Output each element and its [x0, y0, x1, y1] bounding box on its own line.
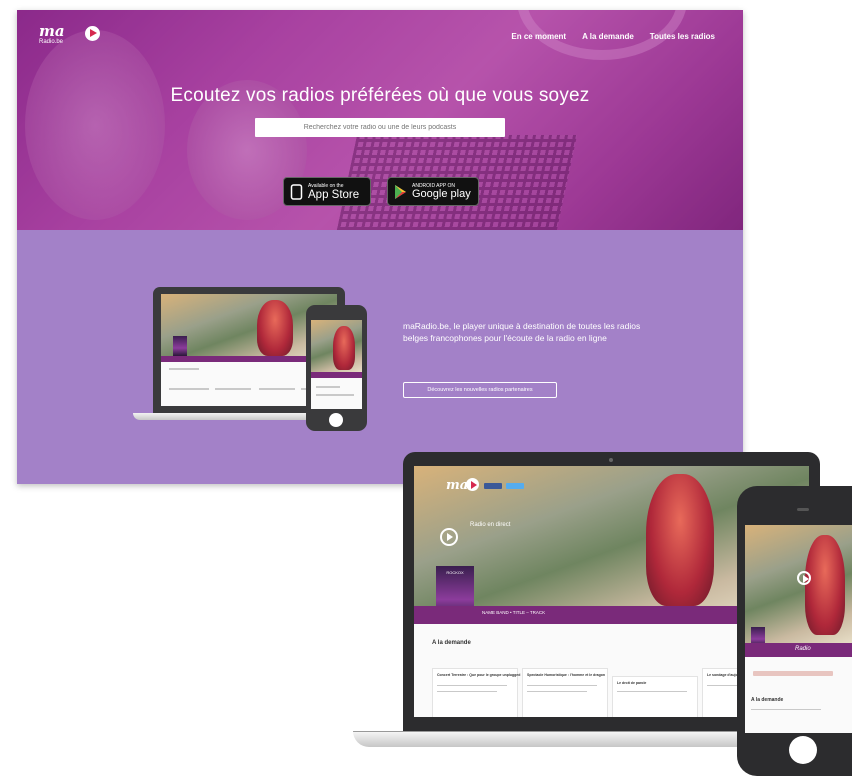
section-heading: A la demande [432, 640, 471, 646]
site-logo[interactable]: ma Radio.be [39, 24, 101, 50]
speaker-icon [797, 508, 809, 511]
play-icon [85, 26, 100, 41]
nav-link-en-ce-moment[interactable]: En ce moment [511, 32, 566, 41]
app-store-label: App Store [308, 189, 360, 201]
search-input[interactable] [255, 118, 505, 137]
text-line [316, 394, 354, 396]
camera-icon [609, 458, 613, 462]
text-line [527, 691, 587, 692]
now-playing-label: Radio en direct [470, 522, 511, 528]
text-line [169, 388, 209, 390]
album-title: ROCKOX [446, 570, 464, 575]
content-panel [311, 378, 362, 409]
podcast-card[interactable]: Concert Terrestre : Que pour le groupe u… [432, 668, 521, 717]
facebook-icon[interactable] [484, 483, 502, 489]
apple-icon [290, 184, 303, 200]
website-screenshot: ma Radio.be En ce moment A la demande To… [17, 10, 743, 484]
home-button [789, 736, 817, 764]
singer-figure [646, 474, 714, 606]
text-line [437, 685, 507, 686]
presentation-text: maRadio.be, le player unique à destinati… [403, 321, 641, 343]
play-icon [466, 478, 479, 491]
home-button [329, 413, 343, 427]
concert-image [745, 525, 852, 643]
podcast-card[interactable]: Spectacle Humoristique : l'homme et le d… [522, 668, 608, 717]
text-line [259, 388, 295, 390]
google-play-label: Google play [412, 188, 471, 200]
card-title: Concert Terrestre : Que pour le groupe u… [437, 673, 521, 677]
singer-figure [257, 300, 293, 356]
card-title: Spectacle Humoristique : l'homme et le d… [527, 673, 606, 677]
app-store-button[interactable]: Available on the App Store [283, 177, 371, 206]
small-phone-screen [311, 320, 362, 409]
presentation-section: maRadio.be, le player unique à destinati… [17, 230, 743, 484]
radio-label: Radio [795, 646, 811, 652]
text-line [316, 386, 340, 388]
section-heading: A la demande [751, 697, 784, 703]
track-info: NAME BAND • TITLE – TRACK [482, 610, 546, 615]
text-line [751, 709, 821, 710]
hero-section: ma Radio.be En ce moment A la demande To… [17, 10, 743, 230]
podcast-card[interactable]: Le droit de parole [612, 676, 698, 717]
content-panel: A la demande [745, 657, 852, 733]
concert-image [311, 320, 362, 372]
laptop-base [353, 731, 773, 747]
play-button[interactable] [797, 571, 811, 585]
text-line [169, 368, 199, 370]
hero-headline: Ecoutez vos radios préférées où que vous… [170, 85, 590, 106]
card-title: Le droit de parole [617, 681, 647, 685]
play-button[interactable] [440, 528, 458, 546]
text-line [437, 691, 497, 692]
nav-link-a-la-demande[interactable]: A la demande [582, 32, 634, 41]
logo-text: ma [39, 22, 65, 40]
main-nav: En ce moment A la demande Toutes les rad… [511, 32, 715, 41]
nav-link-toutes-les-radios[interactable]: Toutes les radios [650, 32, 715, 41]
text-line [215, 388, 251, 390]
phone-screen: Radio A la demande [745, 525, 852, 733]
text-line [527, 685, 597, 686]
text-line [617, 691, 687, 692]
discover-radios-button[interactable]: Découvrez les nouvelles radios partenair… [403, 382, 557, 398]
singer-figure [333, 326, 355, 370]
album-cover [173, 336, 187, 356]
mockup-logo: ma [446, 478, 469, 493]
logo-subtitle: Radio.be [39, 39, 64, 45]
tab-bar[interactable] [753, 671, 833, 676]
google-play-button[interactable]: ANDROID APP ON Google play [387, 177, 479, 206]
twitter-icon[interactable] [506, 483, 524, 489]
singer-figure [805, 535, 845, 635]
google-play-icon [395, 185, 406, 199]
